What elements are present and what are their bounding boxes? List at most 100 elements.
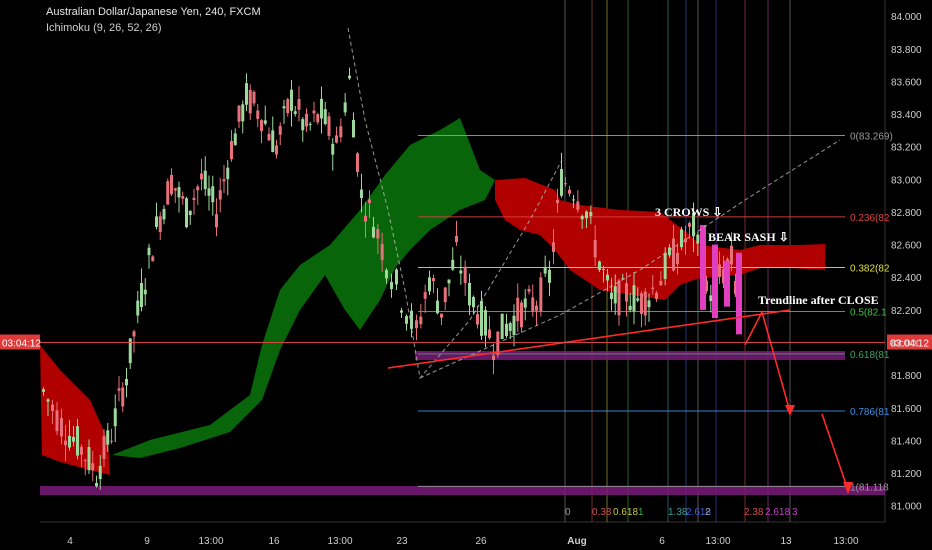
y-tick-label: 83.200 xyxy=(891,143,922,154)
candle-body xyxy=(516,297,520,322)
candle-body xyxy=(436,300,439,314)
candle-body xyxy=(278,126,282,135)
candle-body xyxy=(203,170,207,189)
candle-body xyxy=(505,323,508,337)
fib-level-label: 0(83.269) xyxy=(850,131,893,142)
candle-body xyxy=(188,210,192,216)
candle-body xyxy=(368,199,371,203)
y-tick-label: 82.600 xyxy=(891,241,922,252)
candle-body xyxy=(339,126,343,138)
candle-body xyxy=(155,216,158,227)
y-tick-label: 83.600 xyxy=(891,77,922,88)
candle-body xyxy=(132,331,136,337)
candle-body xyxy=(110,440,113,442)
candle-body xyxy=(282,106,286,109)
annotation-trendline: Trendline after CLOSE xyxy=(758,293,879,307)
candle-body xyxy=(688,223,691,227)
candle-body xyxy=(380,243,384,261)
fib-level-label: 0.5(82.1 xyxy=(850,308,887,319)
candle-body xyxy=(480,300,483,336)
y-tick-label: 81.400 xyxy=(891,436,922,447)
candle-body xyxy=(585,211,588,219)
indicator-label: Ichimoku (9, 26, 52, 26) xyxy=(46,22,162,34)
candle-body xyxy=(659,280,663,286)
candle-body xyxy=(121,387,125,407)
candle-body xyxy=(51,404,54,411)
x-tick-label: 13 xyxy=(780,536,792,547)
candle-body xyxy=(572,199,575,201)
candle-body xyxy=(170,174,173,195)
sash-candle xyxy=(724,260,730,307)
candle-body xyxy=(651,287,655,289)
x-tick-label: 9 xyxy=(144,536,150,547)
candle-body xyxy=(500,313,504,340)
y-tick-label: 82.400 xyxy=(891,273,922,284)
fib-time-label: 0 xyxy=(565,507,571,518)
candle-body xyxy=(598,261,601,270)
candle-body xyxy=(166,181,170,205)
y-tick-label: 82.000 xyxy=(891,339,922,350)
candle-body xyxy=(215,214,218,228)
fib-time-label: 1 xyxy=(638,507,644,518)
candle-body xyxy=(297,98,301,110)
candle-body xyxy=(443,287,447,303)
candle-body xyxy=(64,440,67,446)
candle-body xyxy=(428,277,431,292)
fib-level-label: 0.786(81 xyxy=(850,407,890,418)
fib-time-label: 0.618 xyxy=(613,507,638,518)
candle-body xyxy=(260,120,263,132)
candle-body xyxy=(181,196,185,199)
candle-body xyxy=(293,111,297,114)
candle-body xyxy=(476,314,479,325)
candle-body xyxy=(305,113,308,127)
candle-body xyxy=(237,105,241,122)
candle-body xyxy=(415,320,418,329)
candle-body xyxy=(207,188,211,196)
candle-body xyxy=(241,104,245,122)
candle-body xyxy=(226,167,230,180)
candle-body xyxy=(709,295,713,302)
candle-body xyxy=(68,435,71,448)
candle-body xyxy=(568,189,571,194)
kumo-bearish-left xyxy=(40,345,110,475)
candle-body xyxy=(263,120,267,124)
candle-body xyxy=(676,252,679,264)
candle-body xyxy=(556,199,559,204)
fib-level-label: 1(81.118 xyxy=(850,482,889,493)
candle-body xyxy=(106,430,110,445)
sash-candle xyxy=(712,244,718,319)
y-tick-label: 83.400 xyxy=(891,110,922,121)
candle-body xyxy=(520,302,523,328)
candle-body xyxy=(512,315,516,335)
y-tick-label: 81.000 xyxy=(891,502,922,513)
candle-body xyxy=(173,188,177,191)
candle-body xyxy=(230,140,233,160)
candle-body xyxy=(440,313,443,318)
candle-body xyxy=(523,298,527,308)
candle-body xyxy=(327,116,331,136)
candle-body xyxy=(447,279,451,284)
x-tick-label: 13:00 xyxy=(705,536,730,547)
candle-body xyxy=(267,133,271,141)
candle-body xyxy=(151,256,155,262)
fib-level-label: 0.382(82 xyxy=(850,263,890,274)
candle-body xyxy=(718,264,721,278)
candle-body xyxy=(158,216,162,233)
candle-body xyxy=(643,291,647,316)
arrow-heads xyxy=(785,405,853,494)
fib-time-label: 2.38 xyxy=(744,507,764,518)
candle-body xyxy=(196,186,200,191)
candle-body xyxy=(147,247,151,256)
candle-body xyxy=(312,110,316,114)
x-tick-label: 13:00 xyxy=(198,536,223,547)
fib-time-label: 2.618 xyxy=(765,507,790,518)
candlestick-chart[interactable]: 0(83.269) 0.236(82 0.382(82 0.5(82.1 0.618(8… xyxy=(0,0,932,550)
candle-body xyxy=(356,153,359,172)
candle-body xyxy=(602,268,605,270)
candle-body xyxy=(589,211,593,217)
candle-body xyxy=(632,285,636,312)
candle-body xyxy=(606,274,609,281)
support-band-lower xyxy=(40,486,885,495)
candle-body xyxy=(552,242,555,252)
candle-body xyxy=(508,323,512,331)
